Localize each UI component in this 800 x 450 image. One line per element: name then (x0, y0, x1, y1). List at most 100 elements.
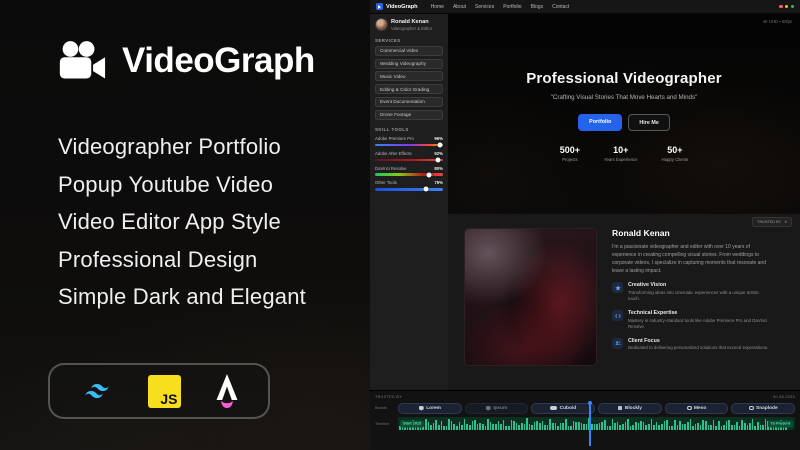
chevron-up-icon: ∧ (784, 219, 787, 224)
stat-projects: 500+ Projects (560, 145, 580, 162)
feature-desc: Transforming ideas into cinematic experi… (628, 290, 770, 303)
strip-trusted-label: TRUSTED BY (375, 395, 402, 399)
code-icon (612, 310, 623, 321)
skill-name: Other Tools (375, 180, 397, 185)
hero-stats: 500+ Projects 10+ Years Experience 50+ H… (560, 145, 689, 162)
star-icon (612, 282, 623, 293)
trusted-by-toggle[interactable]: TRUSTED BY ∧ (752, 217, 792, 227)
window-dot-red[interactable] (779, 5, 782, 8)
feature-title: Creative Vision (628, 282, 770, 288)
site-navbar: VideoGraph Home About Services Portfolio… (370, 0, 800, 14)
brand-name: Lorem (426, 406, 441, 411)
skill-premiere-pro: Adobe Premiere Pro 96% (375, 136, 443, 146)
nav-links: Home About Services Portfolio Blogs Cont… (431, 4, 570, 10)
hero-subtitle: "Crafting Visual Stories That Move Heart… (551, 94, 698, 101)
site-main: 4K UHD • 60fps Professional Videographer… (448, 14, 800, 390)
brand-chip-meso[interactable]: Meso (665, 403, 729, 414)
about-feature-technical-expertise: Technical Expertise Mastery in industry-… (612, 310, 770, 331)
nav-link-blogs[interactable]: Blogs (531, 4, 544, 10)
tech-stack-badges: JS (48, 363, 270, 419)
hexagon-icon (486, 406, 491, 411)
nav-link-portfolio[interactable]: Portfolio (503, 4, 521, 10)
about-paragraph: I'm a passionate videographer and editor… (612, 243, 770, 275)
skill-name: Adobe After Effects (375, 151, 412, 156)
feature-title: Technical Expertise (628, 310, 770, 316)
feature-desc: Dedicated to delivering personalized sol… (628, 345, 768, 352)
playhead[interactable] (589, 403, 591, 446)
brand-chip-lorem[interactable]: Lorem (398, 403, 462, 414)
hero-title: Professional Videographer (526, 70, 722, 87)
about-section: TRUSTED BY ∧ Ronald Kenan I'm a passiona… (448, 212, 800, 390)
skill-after-effects: Adobe After Effects 92% (375, 151, 443, 161)
portfolio-button[interactable]: Portfolio (578, 114, 622, 131)
profile-card: Ronald Kenan Videographer & Editor (375, 18, 443, 31)
skill-slider[interactable] (375, 159, 443, 162)
nav-link-contact[interactable]: Contact (552, 4, 569, 10)
hire-me-button[interactable]: Hire Me (628, 114, 669, 131)
feature-title: Client Focus (628, 338, 768, 344)
timeline-row: Timeline Start 2015 To Present (375, 417, 795, 430)
left-panel: VideoGraph Videographer Portfolio Popup … (0, 0, 370, 450)
site-brand[interactable]: VideoGraph (386, 4, 418, 10)
stat-value: 500+ (560, 145, 580, 155)
ring-icon (749, 406, 754, 411)
brand-name: Meso (694, 406, 706, 411)
feature-item: Video Editor App Style (58, 203, 306, 241)
brand-chip-blockly[interactable]: Blockly (598, 403, 662, 414)
hero-section: 4K UHD • 60fps Professional Videographer… (448, 14, 800, 212)
brand-name: Ipsum (493, 406, 507, 411)
skill-slider[interactable] (375, 188, 443, 191)
brand-chip-ipsum[interactable]: Ipsum (465, 403, 529, 414)
about-feature-creative-vision: Creative Vision Transforming ideas into … (612, 282, 770, 303)
avatar (375, 18, 388, 31)
nav-link-about[interactable]: About (453, 4, 466, 10)
site-logo-icon[interactable] (376, 3, 383, 10)
stat-value: 10+ (604, 145, 638, 155)
waveform[interactable] (398, 417, 795, 430)
nav-link-services[interactable]: Services (475, 4, 494, 10)
astro-icon (211, 373, 243, 409)
feature-item: Simple Dark and Elegant (58, 278, 306, 316)
slider-thumb[interactable] (438, 143, 443, 148)
skill-other-tools: Other Tools 75% (375, 180, 443, 190)
skill-slider[interactable] (375, 144, 443, 147)
window-dot-green[interactable] (791, 5, 794, 8)
video-specs-badge: 4K UHD • 60fps (763, 19, 792, 24)
service-item-event-documentation[interactable]: Event Documentation (375, 97, 443, 107)
site-sidebar: Ronald Kenan Videographer & Editor SERVI… (370, 14, 448, 390)
logo: VideoGraph (58, 40, 315, 82)
skill-percent: 75% (434, 180, 443, 185)
timeline-end-badge: To Present (768, 420, 793, 427)
service-item-music-video[interactable]: Music Video (375, 71, 443, 81)
window-dot-yellow[interactable] (785, 5, 788, 8)
stat-value: 50+ (662, 145, 689, 155)
brand-chip-cuboid[interactable]: Cuboid (531, 403, 595, 414)
stat-experience: 10+ Years Experience (604, 145, 638, 162)
brand-chip-snaplode[interactable]: Snaplode (731, 403, 795, 414)
feature-item: Videographer Portfolio (58, 128, 306, 166)
profile-name: Ronald Kenan (391, 19, 432, 25)
service-item-commercial-video[interactable]: Commercial Video (375, 46, 443, 56)
about-heading: Ronald Kenan (612, 228, 770, 238)
video-camera-icon (58, 40, 106, 82)
videographer-photo (464, 228, 597, 366)
ring-icon (687, 406, 692, 411)
service-item-wedding-videography[interactable]: Wedding Videography (375, 59, 443, 69)
feature-desc: Mastery in industry-standard tools like … (628, 318, 770, 331)
slider-thumb[interactable] (427, 172, 432, 177)
slider-thumb[interactable] (424, 187, 429, 192)
users-icon (612, 338, 623, 349)
service-item-editing-color-grading[interactable]: Editing & Color Grading (375, 84, 443, 94)
profile-role: Videographer & Editor (391, 26, 432, 31)
stat-clients: 50+ Happy Clients (662, 145, 689, 162)
about-feature-client-focus: Client Focus Dedicated to delivering per… (612, 338, 770, 352)
service-item-drone-footage[interactable]: Drone Footage (375, 110, 443, 120)
nav-link-home[interactable]: Home (431, 4, 444, 10)
slider-thumb[interactable] (435, 157, 440, 162)
tailwindcss-icon (76, 377, 118, 405)
javascript-icon: JS (148, 375, 181, 408)
oval-icon (550, 406, 557, 410)
skill-percent: 92% (434, 151, 443, 156)
stat-label: Happy Clients (662, 157, 689, 162)
skill-slider[interactable] (375, 173, 443, 176)
